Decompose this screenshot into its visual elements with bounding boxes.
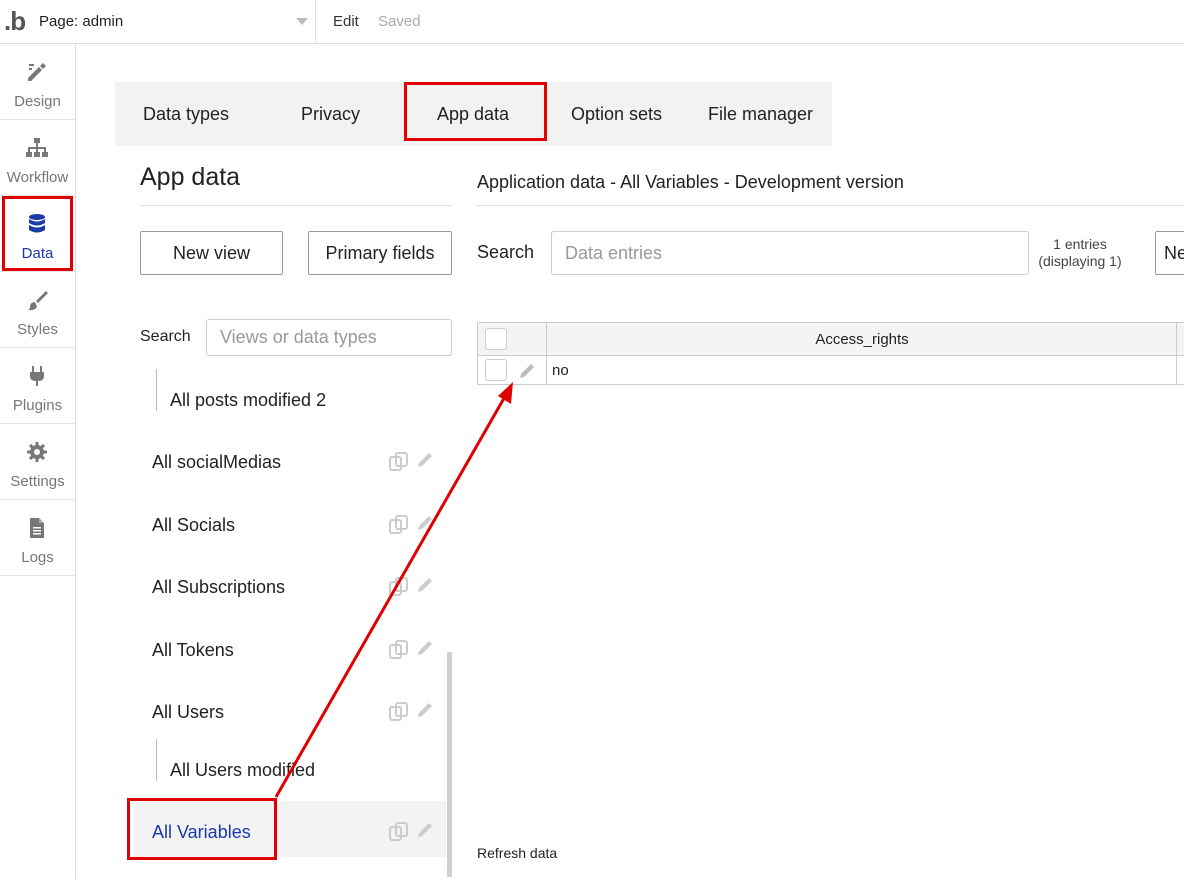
tab-file-manager[interactable]: File manager (708, 104, 813, 125)
annotation-box-data (2, 196, 73, 271)
data-view-header: Application data - All Variables - Devel… (477, 172, 904, 192)
entries-displaying: (displaying 1) (1038, 253, 1122, 269)
divider (140, 205, 452, 206)
list-item[interactable]: All Users modified (134, 739, 446, 799)
data-table: Access_rights no (477, 322, 1184, 385)
design-icon (28, 63, 46, 81)
table-header: Access_rights (478, 323, 1184, 356)
pencil-icon[interactable] (415, 575, 435, 595)
copy-icon[interactable] (388, 701, 410, 723)
entries-total: 1 entries (1053, 236, 1107, 252)
indent-line (156, 739, 157, 781)
list-item[interactable]: All posts modified 2 (134, 369, 446, 429)
list-item-label: All socialMedias (152, 452, 282, 472)
list-item[interactable]: All Tokens (134, 619, 446, 679)
panel-title: App data (140, 163, 241, 191)
divider (477, 205, 1184, 206)
tab-data-types[interactable]: Data types (143, 104, 229, 125)
sidebar-item-label: Settings (10, 473, 65, 490)
column-header[interactable]: Access_rights (547, 331, 1177, 348)
entries-search-input[interactable]: Data entries (551, 231, 1029, 275)
pencil-icon[interactable] (517, 361, 537, 381)
gear-icon (27, 442, 47, 462)
column-divider (546, 323, 547, 385)
copy-icon[interactable] (388, 639, 410, 661)
list-item[interactable]: All socialMedias (134, 431, 446, 491)
copy-icon[interactable] (388, 451, 410, 473)
sidebar-item-label: Logs (21, 549, 54, 566)
pencil-icon[interactable] (415, 638, 435, 658)
sidebar-item-settings[interactable]: Settings (0, 424, 75, 500)
list-item[interactable]: All Subscriptions (134, 556, 446, 616)
annotation-box-app-data (404, 82, 547, 141)
pencil-icon[interactable] (415, 450, 435, 470)
list-item-label: All Users (152, 702, 225, 722)
pencil-icon[interactable] (415, 820, 435, 840)
copy-icon[interactable] (388, 514, 410, 536)
primary-fields-button[interactable]: Primary fields (308, 231, 452, 275)
list-item-label: All Subscriptions (152, 577, 286, 597)
list-scrollbar[interactable] (447, 652, 452, 877)
workflow-icon (26, 138, 48, 157)
table-row[interactable]: no (478, 356, 1184, 385)
list-item-label: All Users modified (170, 760, 316, 780)
document-icon (30, 518, 44, 538)
list-item[interactable]: All Users (134, 681, 446, 741)
pencil-icon[interactable] (415, 700, 435, 720)
views-search-label: Search (140, 328, 191, 345)
sidebar-item-label: Workflow (6, 169, 69, 186)
table-cell[interactable]: no (552, 362, 569, 379)
sidebar-item-logs[interactable]: Logs (0, 500, 75, 576)
page-selector[interactable]: Page: admin (32, 0, 316, 43)
views-search-input[interactable]: Views or data types (206, 319, 452, 356)
page-selector-label: Page: admin (39, 13, 124, 30)
pencil-icon[interactable] (415, 513, 435, 533)
bubble-logo[interactable]: .b (4, 6, 26, 37)
brush-icon (28, 291, 48, 311)
plug-icon (30, 366, 44, 386)
list-item[interactable]: All Socials (134, 494, 446, 554)
save-status: Saved (378, 13, 421, 30)
sidebar-item-workflow[interactable]: Workflow (0, 120, 75, 196)
copy-icon[interactable] (388, 821, 410, 843)
top-bar: .b Page: admin Edit Saved (0, 0, 1184, 44)
refresh-data-link[interactable]: Refresh data (477, 845, 557, 861)
new-entry-button[interactable]: Ne (1155, 231, 1184, 275)
sidebar-item-design[interactable]: Design (0, 44, 75, 120)
sidebar-item-label: Styles (17, 321, 58, 338)
sidebar-item-plugins[interactable]: Plugins (0, 348, 75, 424)
entries-search-label: Search (477, 242, 535, 262)
row-checkbox[interactable] (485, 359, 507, 381)
sidebar: Design Workflow Data Styles Plugins Sett… (0, 44, 76, 879)
annotation-box-all-variables (127, 798, 277, 860)
chevron-down-icon (296, 18, 308, 25)
copy-icon[interactable] (388, 576, 410, 598)
sidebar-item-label: Design (14, 93, 61, 110)
list-item-label: All Socials (152, 515, 236, 535)
sidebar-item-styles[interactable]: Styles (0, 272, 75, 348)
list-item-label: All posts modified 2 (170, 390, 327, 410)
indent-line (156, 369, 157, 411)
tab-option-sets[interactable]: Option sets (571, 104, 662, 125)
edit-menu[interactable]: Edit (333, 13, 359, 30)
list-item-label: All Tokens (152, 640, 234, 660)
column-divider (1176, 323, 1177, 385)
new-view-button[interactable]: New view (140, 231, 283, 275)
entries-count: 1 entries (displaying 1) (1030, 236, 1130, 270)
select-all-checkbox[interactable] (485, 328, 507, 350)
sidebar-item-label: Plugins (12, 397, 63, 414)
tab-privacy[interactable]: Privacy (301, 104, 360, 125)
